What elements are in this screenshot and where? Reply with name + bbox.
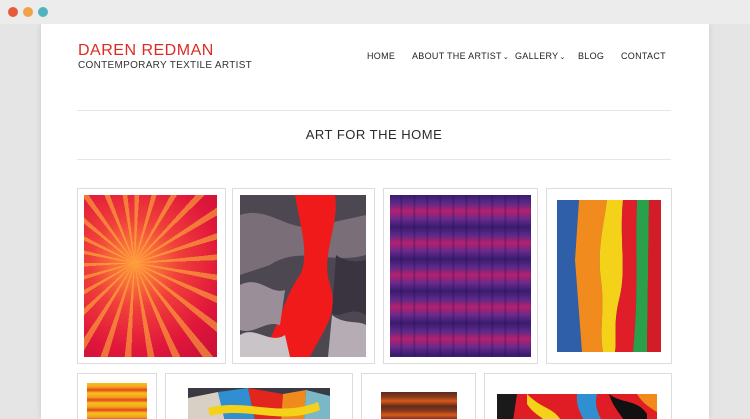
artwork-vertical-strips [557,200,661,352]
window-close-icon[interactable] [8,7,18,17]
chevron-down-icon: ⌄ [502,54,509,61]
artwork-yellow-stripes [87,383,147,419]
nav-contact[interactable]: CONTACT [621,51,666,61]
nav-blog-label: BLOG [578,51,605,61]
nav-about-label: ABOUT THE ARTIST [412,51,502,61]
nav-contact-label: CONTACT [621,51,666,61]
window-maximize-icon[interactable] [38,7,48,17]
artwork-bold-swirls-drawing [497,394,657,419]
artwork-vertical-strips-drawing [557,200,661,352]
header-divider [77,110,671,111]
site-tagline: CONTEMPORARY TEXTILE ARTIST [78,60,253,71]
gallery-item[interactable] [165,373,353,419]
gallery-item[interactable] [361,373,476,419]
artwork-purple-shibori [390,195,531,357]
gallery-item[interactable] [383,188,538,364]
nav-home-label: HOME [367,51,396,61]
artwork-red-sunburst [84,195,217,357]
gallery-item[interactable] [77,188,226,364]
artwork-colorful-abstract [188,388,330,419]
nav-home[interactable]: HOME [367,51,395,61]
artwork-red-waves [240,195,366,357]
site-title[interactable]: DAREN REDMAN [78,42,214,60]
page-container: DAREN REDMAN CONTEMPORARY TEXTILE ARTIST… [41,24,709,419]
nav-blog[interactable]: BLOG [578,51,604,61]
gallery-item[interactable] [232,188,375,364]
artwork-red-waves-drawing [240,195,366,357]
browser-chrome [0,0,750,24]
gallery-item[interactable] [77,373,157,419]
artwork-rust-bands [381,392,457,419]
nav-about-the-artist[interactable]: ABOUT THE ARTIST⌄ [412,51,509,61]
chevron-down-icon: ⌄ [559,54,566,61]
nav-gallery[interactable]: GALLERY⌄ [515,51,566,61]
page-title: ART FOR THE HOME [305,127,443,142]
gallery-item[interactable] [546,188,672,364]
title-divider [77,159,671,160]
artwork-bold-swirls [497,394,657,419]
artwork-colorful-abstract-drawing [188,388,330,419]
window-minimize-icon[interactable] [23,7,33,17]
nav-gallery-label: GALLERY [515,51,559,61]
gallery-item[interactable] [484,373,672,419]
browser-viewport: DAREN REDMAN CONTEMPORARY TEXTILE ARTIST… [0,24,750,419]
